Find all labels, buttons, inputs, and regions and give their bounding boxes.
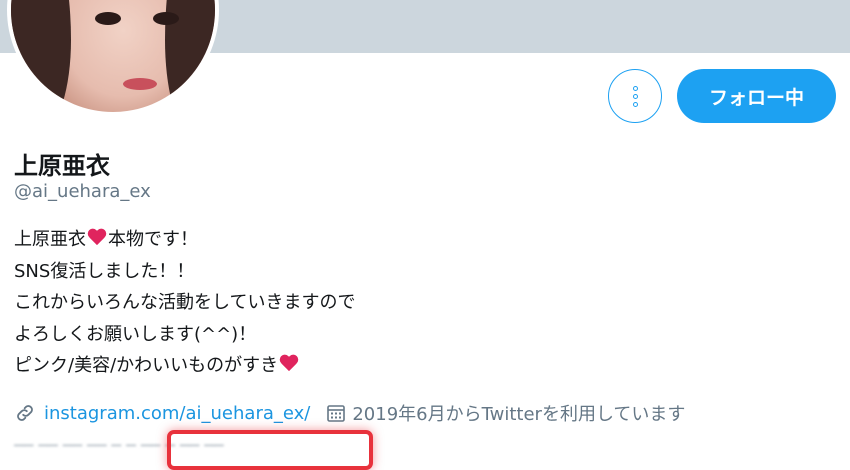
link-icon	[17, 405, 33, 421]
profile-meta: instagram.com/ai_uehara_ex/ 2019年6月からTwi…	[14, 400, 685, 426]
calendar-icon	[327, 405, 346, 422]
joined-date: 2019年6月からTwitterを利用しています	[352, 404, 686, 425]
more-options-button[interactable]	[608, 69, 662, 123]
profile-link[interactable]: instagram.com/ai_uehara_ex/	[44, 403, 310, 424]
following-button[interactable]: フォロー中	[677, 69, 836, 123]
more-vertical-icon	[632, 85, 638, 91]
bio-line-1: 上原亜衣 本物です！	[14, 229, 198, 250]
heart-icon	[279, 355, 299, 373]
bio-line-3: これからいろんな活動をしていきますので	[14, 292, 356, 313]
profile-bio: 上原亜衣 本物です！ SNS復活しました！！ これからいろんな活動をしていきますの…	[14, 224, 355, 382]
bio-line-4: よろしくお願いします(^^)！	[14, 323, 257, 345]
bio-line-2: SNS復活しました！！	[14, 260, 195, 282]
profile-name: 上原亜衣	[14, 152, 110, 180]
highlight-box	[167, 430, 373, 470]
avatar-photo	[11, 0, 215, 112]
avatar[interactable]	[7, 0, 219, 116]
heart-icon	[87, 229, 107, 247]
bio-line-5: ピンク/美容/かわいいものがすき	[14, 350, 355, 382]
profile-handle: @ai_uehara_ex	[14, 181, 151, 202]
